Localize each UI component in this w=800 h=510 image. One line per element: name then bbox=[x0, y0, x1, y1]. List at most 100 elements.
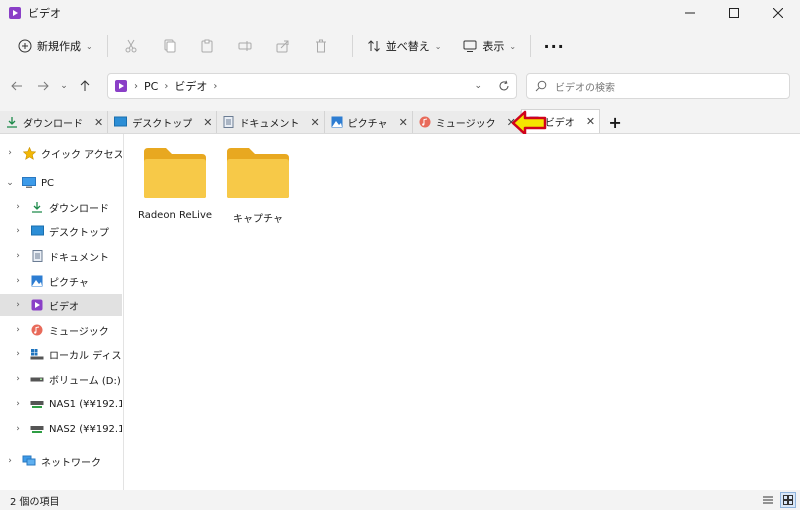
navigation-pane: › クイック アクセス ⌄ PC › ダウンロード › デスクトップ › ドキュ… bbox=[0, 134, 124, 490]
sidebar-item-nas2[interactable]: › NAS2 (¥¥192.168.0 bbox=[0, 418, 122, 440]
details-view-button[interactable] bbox=[760, 492, 776, 508]
chevron-right-icon[interactable]: › bbox=[4, 148, 16, 158]
sidebar-item-label: ダウンロード bbox=[49, 203, 109, 215]
ellipsis-icon: ··· bbox=[543, 36, 565, 56]
address-bar[interactable]: › PC › ビデオ › ⌄ bbox=[107, 73, 517, 99]
sidebar-item-local-disk-c[interactable]: › ローカル ディスク (C:) bbox=[0, 343, 122, 365]
chevron-right-icon[interactable]: › bbox=[12, 325, 24, 335]
breadcrumb-video[interactable]: ビデオ bbox=[174, 78, 207, 94]
sidebar-item-network[interactable]: › ネットワーク bbox=[0, 450, 122, 472]
chevron-right-icon[interactable]: › bbox=[12, 399, 24, 409]
sidebar-item-label: ミュージック bbox=[49, 326, 109, 338]
share-button[interactable] bbox=[268, 31, 298, 61]
maximize-button[interactable] bbox=[712, 0, 756, 26]
large-icons-view-button[interactable] bbox=[780, 492, 796, 508]
list-view-icon bbox=[763, 496, 773, 504]
breadcrumb-separator[interactable]: › bbox=[213, 81, 217, 92]
cut-button[interactable] bbox=[116, 31, 146, 61]
music-icon bbox=[419, 116, 431, 128]
desktop-icon bbox=[114, 116, 128, 127]
tab-downloads[interactable]: ダウンロード ✕ bbox=[0, 111, 109, 133]
chevron-right-icon[interactable]: › bbox=[12, 251, 24, 261]
title-bar: ビデオ bbox=[0, 0, 800, 26]
chevron-right-icon[interactable]: › bbox=[4, 456, 16, 466]
view-button[interactable]: 表示 ⌄ bbox=[457, 31, 522, 61]
sidebar-item-pictures[interactable]: › ピクチャ bbox=[0, 270, 122, 292]
tab-close-button[interactable]: ✕ bbox=[94, 116, 103, 129]
sidebar-item-label: NAS2 (¥¥192.168.0 bbox=[49, 423, 122, 435]
tab-close-button[interactable]: ✕ bbox=[310, 116, 319, 129]
tab-strip: ダウンロード ✕ デスクトップ ✕ ドキュメント ✕ ピクチャ ✕ ミュージック… bbox=[0, 109, 800, 134]
sidebar-item-label: ローカル ディスク (C:) bbox=[49, 350, 122, 362]
grid-view-icon bbox=[783, 495, 793, 505]
sidebar-item-pc[interactable]: ⌄ PC bbox=[0, 172, 122, 194]
tab-close-button[interactable]: ✕ bbox=[203, 116, 212, 129]
address-history-button[interactable]: ⌄ bbox=[474, 81, 482, 91]
sidebar-item-desktop[interactable]: › デスクトップ bbox=[0, 220, 122, 242]
search-icon bbox=[535, 80, 547, 92]
search-box[interactable]: ビデオの検索 bbox=[526, 73, 790, 99]
music-icon bbox=[30, 323, 44, 337]
sidebar-item-music[interactable]: › ミュージック bbox=[0, 319, 122, 341]
breadcrumb-separator[interactable]: › bbox=[164, 81, 168, 92]
close-button[interactable] bbox=[756, 0, 800, 26]
windows-drive-icon bbox=[30, 347, 44, 361]
tab-close-button[interactable]: ✕ bbox=[399, 116, 408, 129]
download-icon bbox=[7, 117, 17, 128]
sidebar-item-volume-d[interactable]: › ボリューム (D:) bbox=[0, 368, 122, 390]
copy-button[interactable] bbox=[154, 31, 184, 61]
view-switcher bbox=[760, 492, 796, 508]
clipboard-icon bbox=[201, 39, 213, 53]
document-icon bbox=[223, 116, 234, 128]
tab-desktop[interactable]: デスクトップ ✕ bbox=[108, 111, 218, 133]
chevron-right-icon[interactable]: › bbox=[12, 349, 24, 359]
tab-close-button[interactable]: ✕ bbox=[586, 115, 595, 128]
chevron-right-icon[interactable]: › bbox=[12, 226, 24, 236]
sidebar-item-downloads[interactable]: › ダウンロード bbox=[0, 196, 122, 218]
chevron-down-icon[interactable]: ⌄ bbox=[4, 178, 16, 188]
sidebar-item-label: クイック アクセス bbox=[41, 149, 122, 161]
sidebar-item-label: PC bbox=[41, 177, 55, 189]
sidebar-item-video[interactable]: › ビデオ bbox=[0, 294, 122, 316]
sidebar-item-label: デスクトップ bbox=[49, 227, 109, 239]
back-button[interactable] bbox=[4, 73, 30, 99]
item-count: 2 個の項目 bbox=[10, 496, 60, 508]
forward-button[interactable] bbox=[30, 73, 56, 99]
rename-button[interactable] bbox=[230, 31, 260, 61]
paste-button[interactable] bbox=[192, 31, 222, 61]
folder-item-radeon-relive[interactable]: Radeon ReLive bbox=[135, 134, 215, 234]
new-button[interactable]: 新規作成 ⌄ bbox=[12, 31, 99, 61]
chevron-right-icon[interactable]: › bbox=[12, 300, 24, 310]
new-tab-button[interactable]: + bbox=[604, 111, 626, 133]
address-actions: ⌄ bbox=[474, 74, 510, 98]
window-title: ビデオ bbox=[28, 7, 61, 20]
network-drive-icon bbox=[30, 397, 44, 411]
tab-music[interactable]: ミュージック ✕ bbox=[412, 111, 521, 133]
folder-icon bbox=[227, 148, 289, 198]
video-icon bbox=[30, 298, 44, 312]
chevron-right-icon[interactable]: › bbox=[12, 276, 24, 286]
chevron-down-icon: ⌄ bbox=[86, 41, 93, 51]
folder-item-capture[interactable]: キャプチャ bbox=[218, 134, 298, 234]
up-button[interactable] bbox=[72, 73, 98, 99]
chevron-right-icon[interactable]: › bbox=[12, 202, 24, 212]
more-options-button[interactable]: ··· bbox=[539, 31, 569, 61]
sort-button[interactable]: 並べ替え ⌄ bbox=[361, 31, 448, 61]
tab-documents[interactable]: ドキュメント ✕ bbox=[217, 111, 325, 133]
pictures-icon bbox=[331, 116, 343, 128]
delete-button[interactable] bbox=[306, 31, 336, 61]
minimize-button[interactable] bbox=[668, 0, 712, 26]
refresh-icon[interactable] bbox=[498, 80, 510, 92]
chevron-right-icon[interactable]: › bbox=[12, 424, 24, 434]
breadcrumb-pc[interactable]: PC bbox=[144, 80, 158, 93]
sidebar-item-label: ボリューム (D:) bbox=[49, 375, 121, 387]
sidebar-item-nas1[interactable]: › NAS1 (¥¥192.168.0 bbox=[0, 393, 122, 415]
desktop-icon bbox=[30, 224, 44, 238]
recent-locations-button[interactable]: ⌄ bbox=[56, 73, 72, 99]
sidebar-item-documents[interactable]: › ドキュメント bbox=[0, 245, 122, 267]
tab-label: ミュージック bbox=[435, 118, 496, 130]
arrow-up-icon bbox=[80, 80, 90, 91]
tab-pictures[interactable]: ピクチャ ✕ bbox=[324, 111, 413, 133]
chevron-right-icon[interactable]: › bbox=[12, 374, 24, 384]
sidebar-item-quick-access[interactable]: › クイック アクセス bbox=[0, 142, 122, 164]
